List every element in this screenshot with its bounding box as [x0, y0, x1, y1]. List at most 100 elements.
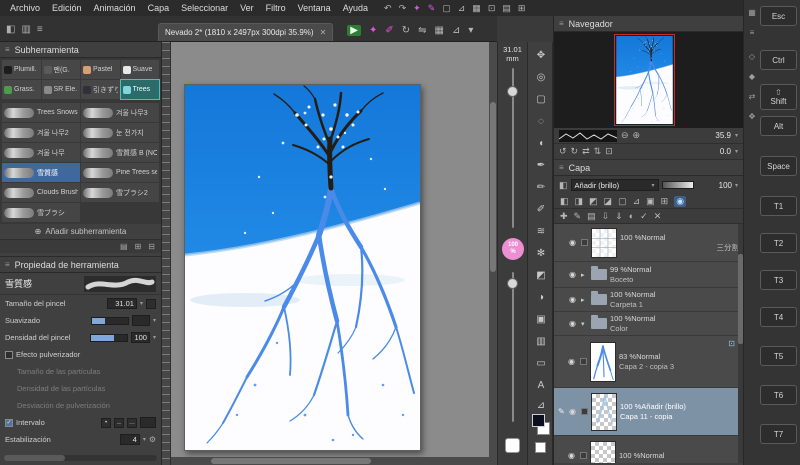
visibility-eye-icon[interactable]: ◉	[569, 270, 578, 279]
magnifier-tool-icon[interactable]: ◎	[528, 72, 554, 83]
pan-icon[interactable]: ✥	[747, 112, 757, 121]
stabilization-value[interactable]: 4	[119, 434, 140, 445]
subtool-category-gpen[interactable]: 펜(G.	[41, 60, 80, 79]
smoothing-value[interactable]	[131, 315, 150, 326]
brush-size-slider-handle[interactable]	[507, 86, 518, 97]
collapse-arrow-icon[interactable]: ▾	[581, 320, 588, 328]
brush-item-winter-tree[interactable]: 겨울 나무	[2, 143, 80, 162]
layer-row-capa-11-copia[interactable]: ✎ ◉ 100 %Añadir (brillo) Capa 11 - copia	[554, 388, 743, 436]
onion-skin-icon[interactable]: ⊞	[661, 196, 669, 207]
view-mode-icon[interactable]: ▤	[120, 242, 128, 251]
expand-arrow-icon[interactable]: ▸	[581, 271, 588, 279]
transfer-down-icon[interactable]: ⇩	[602, 211, 610, 222]
grid-view-icon[interactable]: ▦	[747, 8, 757, 17]
brush-density-value[interactable]: 100	[131, 332, 150, 343]
flip-horizontal-icon[interactable]: ⇄	[582, 146, 590, 157]
key-t6[interactable]: T6	[760, 385, 797, 405]
layer-checkbox[interactable]	[580, 452, 587, 459]
selection-tool-icon[interactable]: ▢	[528, 94, 554, 105]
menu-capa[interactable]: Capa	[142, 0, 176, 16]
rotate-right-icon[interactable]: ↻	[571, 146, 579, 157]
layer-color-icon[interactable]: ◉	[674, 195, 687, 207]
dropdown-icon[interactable]: ▾	[735, 182, 738, 189]
new-raster-layer-icon[interactable]: ✚	[560, 211, 568, 222]
key-alt[interactable]: Alt	[760, 116, 797, 136]
undo-icon[interactable]: ↶	[384, 0, 392, 16]
brush-tool-icon[interactable]: ✐	[528, 204, 554, 215]
menu-ventana[interactable]: Ventana	[292, 0, 337, 16]
text-tool-icon[interactable]: A	[528, 380, 554, 391]
layer-row-partial[interactable]: ◉ 100 %Normal	[554, 436, 743, 463]
property-scrollbar[interactable]	[4, 455, 157, 461]
flip-vertical-icon[interactable]: ⇅	[594, 146, 602, 157]
new-subtool-icon[interactable]: ⊞	[135, 242, 142, 251]
lock-alpha-icon[interactable]: ◪	[604, 196, 613, 207]
brush-density-slider[interactable]	[90, 333, 129, 342]
brush-item-snow-branch[interactable]: 눈 전가지	[81, 123, 159, 142]
size-unit-button[interactable]	[146, 298, 156, 309]
snap-ruler-icon[interactable]: ⊿	[452, 25, 460, 36]
subtool-category-drag[interactable]: 引きずり	[81, 80, 120, 99]
document-tab[interactable]: Nevado 2* (1810 x 2497px 300dpi 35.9%) ✕	[158, 23, 334, 41]
lasso-tool-icon[interactable]: ◌	[528, 116, 554, 127]
dropdown-icon[interactable]: ▾	[735, 148, 738, 155]
selection-wand-icon[interactable]: ✦	[413, 0, 421, 16]
smoothing-slider[interactable]	[90, 316, 129, 325]
canvas-page[interactable]	[184, 84, 421, 451]
menu-ayuda[interactable]: Ayuda	[337, 0, 374, 16]
ruler-layer-icon[interactable]: ⊿	[633, 196, 641, 207]
paper-color-swatch[interactable]	[505, 438, 520, 453]
grid-icon[interactable]: ▦	[472, 0, 481, 16]
delete-layer-icon[interactable]: ✕	[654, 211, 662, 222]
merge-down-icon[interactable]: ⇓	[615, 211, 623, 222]
visibility-eye-icon[interactable]: ◉	[569, 407, 578, 416]
visibility-eye-icon[interactable]: ◉	[569, 238, 578, 247]
layer-row-carpeta-1[interactable]: ◉ ▸ 100 %Normal Carpeta 1	[554, 288, 743, 312]
ruler-tool-icon[interactable]: ⊿	[528, 400, 554, 411]
marquee-icon[interactable]: ▢	[442, 0, 451, 16]
menu-animacion[interactable]: Animación	[88, 0, 142, 16]
rotate-view-icon[interactable]: ↻	[402, 25, 410, 36]
clip-to-layer-icon[interactable]: ◨	[575, 196, 584, 207]
cube-icon[interactable]: ◇	[747, 52, 757, 61]
flip-view-icon[interactable]: ⇋	[418, 25, 426, 36]
transparent-color-swatch[interactable]	[535, 442, 546, 453]
interval-checkbox[interactable]: ✓	[5, 418, 13, 427]
panel-rows-icon[interactable]: ▥	[21, 24, 30, 35]
rotate-left-icon[interactable]: ↺	[559, 146, 567, 157]
gradient-tool-icon[interactable]: ▥	[528, 336, 554, 347]
visibility-eye-icon[interactable]: ◉	[569, 295, 578, 304]
workspace-icon[interactable]: ⊞	[518, 0, 526, 16]
eyedropper-tool-icon[interactable]: ◖	[528, 138, 554, 149]
interval-value[interactable]	[140, 417, 156, 428]
zoom-out-icon[interactable]: ⊖	[621, 130, 629, 141]
pencil-tool-icon[interactable]: ✏	[528, 182, 554, 193]
redo-icon[interactable]: ↷	[399, 0, 407, 16]
brush-item-clouds[interactable]: Clouds Brush	[2, 183, 80, 202]
key-t5[interactable]: T5	[760, 346, 797, 366]
navigator-view-rectangle[interactable]	[614, 34, 675, 126]
brush-size-value[interactable]: 31.01	[106, 298, 137, 309]
menu-seleccionar[interactable]: Seleccionar	[175, 0, 234, 16]
list-view-icon[interactable]: ≡	[747, 28, 757, 37]
key-t1[interactable]: T1	[760, 196, 797, 216]
panel-layout-icon[interactable]: ▤	[502, 0, 511, 16]
add-subtool-button[interactable]: ⊕ Añadir subherramienta	[0, 224, 161, 239]
spray-effect-checkbox[interactable]	[5, 350, 13, 359]
settings-gear-icon[interactable]: ⚙	[149, 435, 156, 444]
interval-medium-icon[interactable]: ‥	[114, 417, 124, 428]
brush-item-snow-brush[interactable]: 雪ブラシ	[2, 203, 80, 222]
subtool-category-grass[interactable]: Grass.	[2, 80, 41, 99]
collapse-panel-icon[interactable]: ◧	[6, 24, 15, 35]
more-options-icon[interactable]: ▾	[468, 25, 473, 36]
menu-archivo[interactable]: Archivo	[4, 0, 46, 16]
navigator-preview[interactable]	[554, 32, 743, 128]
panel-menu-icon[interactable]: ≡	[37, 24, 43, 35]
quick-launch-icon[interactable]: ▶	[347, 25, 361, 36]
dropdown-icon[interactable]: ▾	[153, 334, 156, 341]
subtool-category-pastel[interactable]: Pastel	[81, 60, 120, 79]
lock-layer-icon[interactable]: ◩	[589, 196, 598, 207]
layer-row-boceto[interactable]: ◉ ▸ 99 %Normal Boceto	[554, 262, 743, 288]
select-add-icon[interactable]: ✦	[369, 25, 377, 36]
mask-icon[interactable]: ▢	[618, 196, 627, 207]
